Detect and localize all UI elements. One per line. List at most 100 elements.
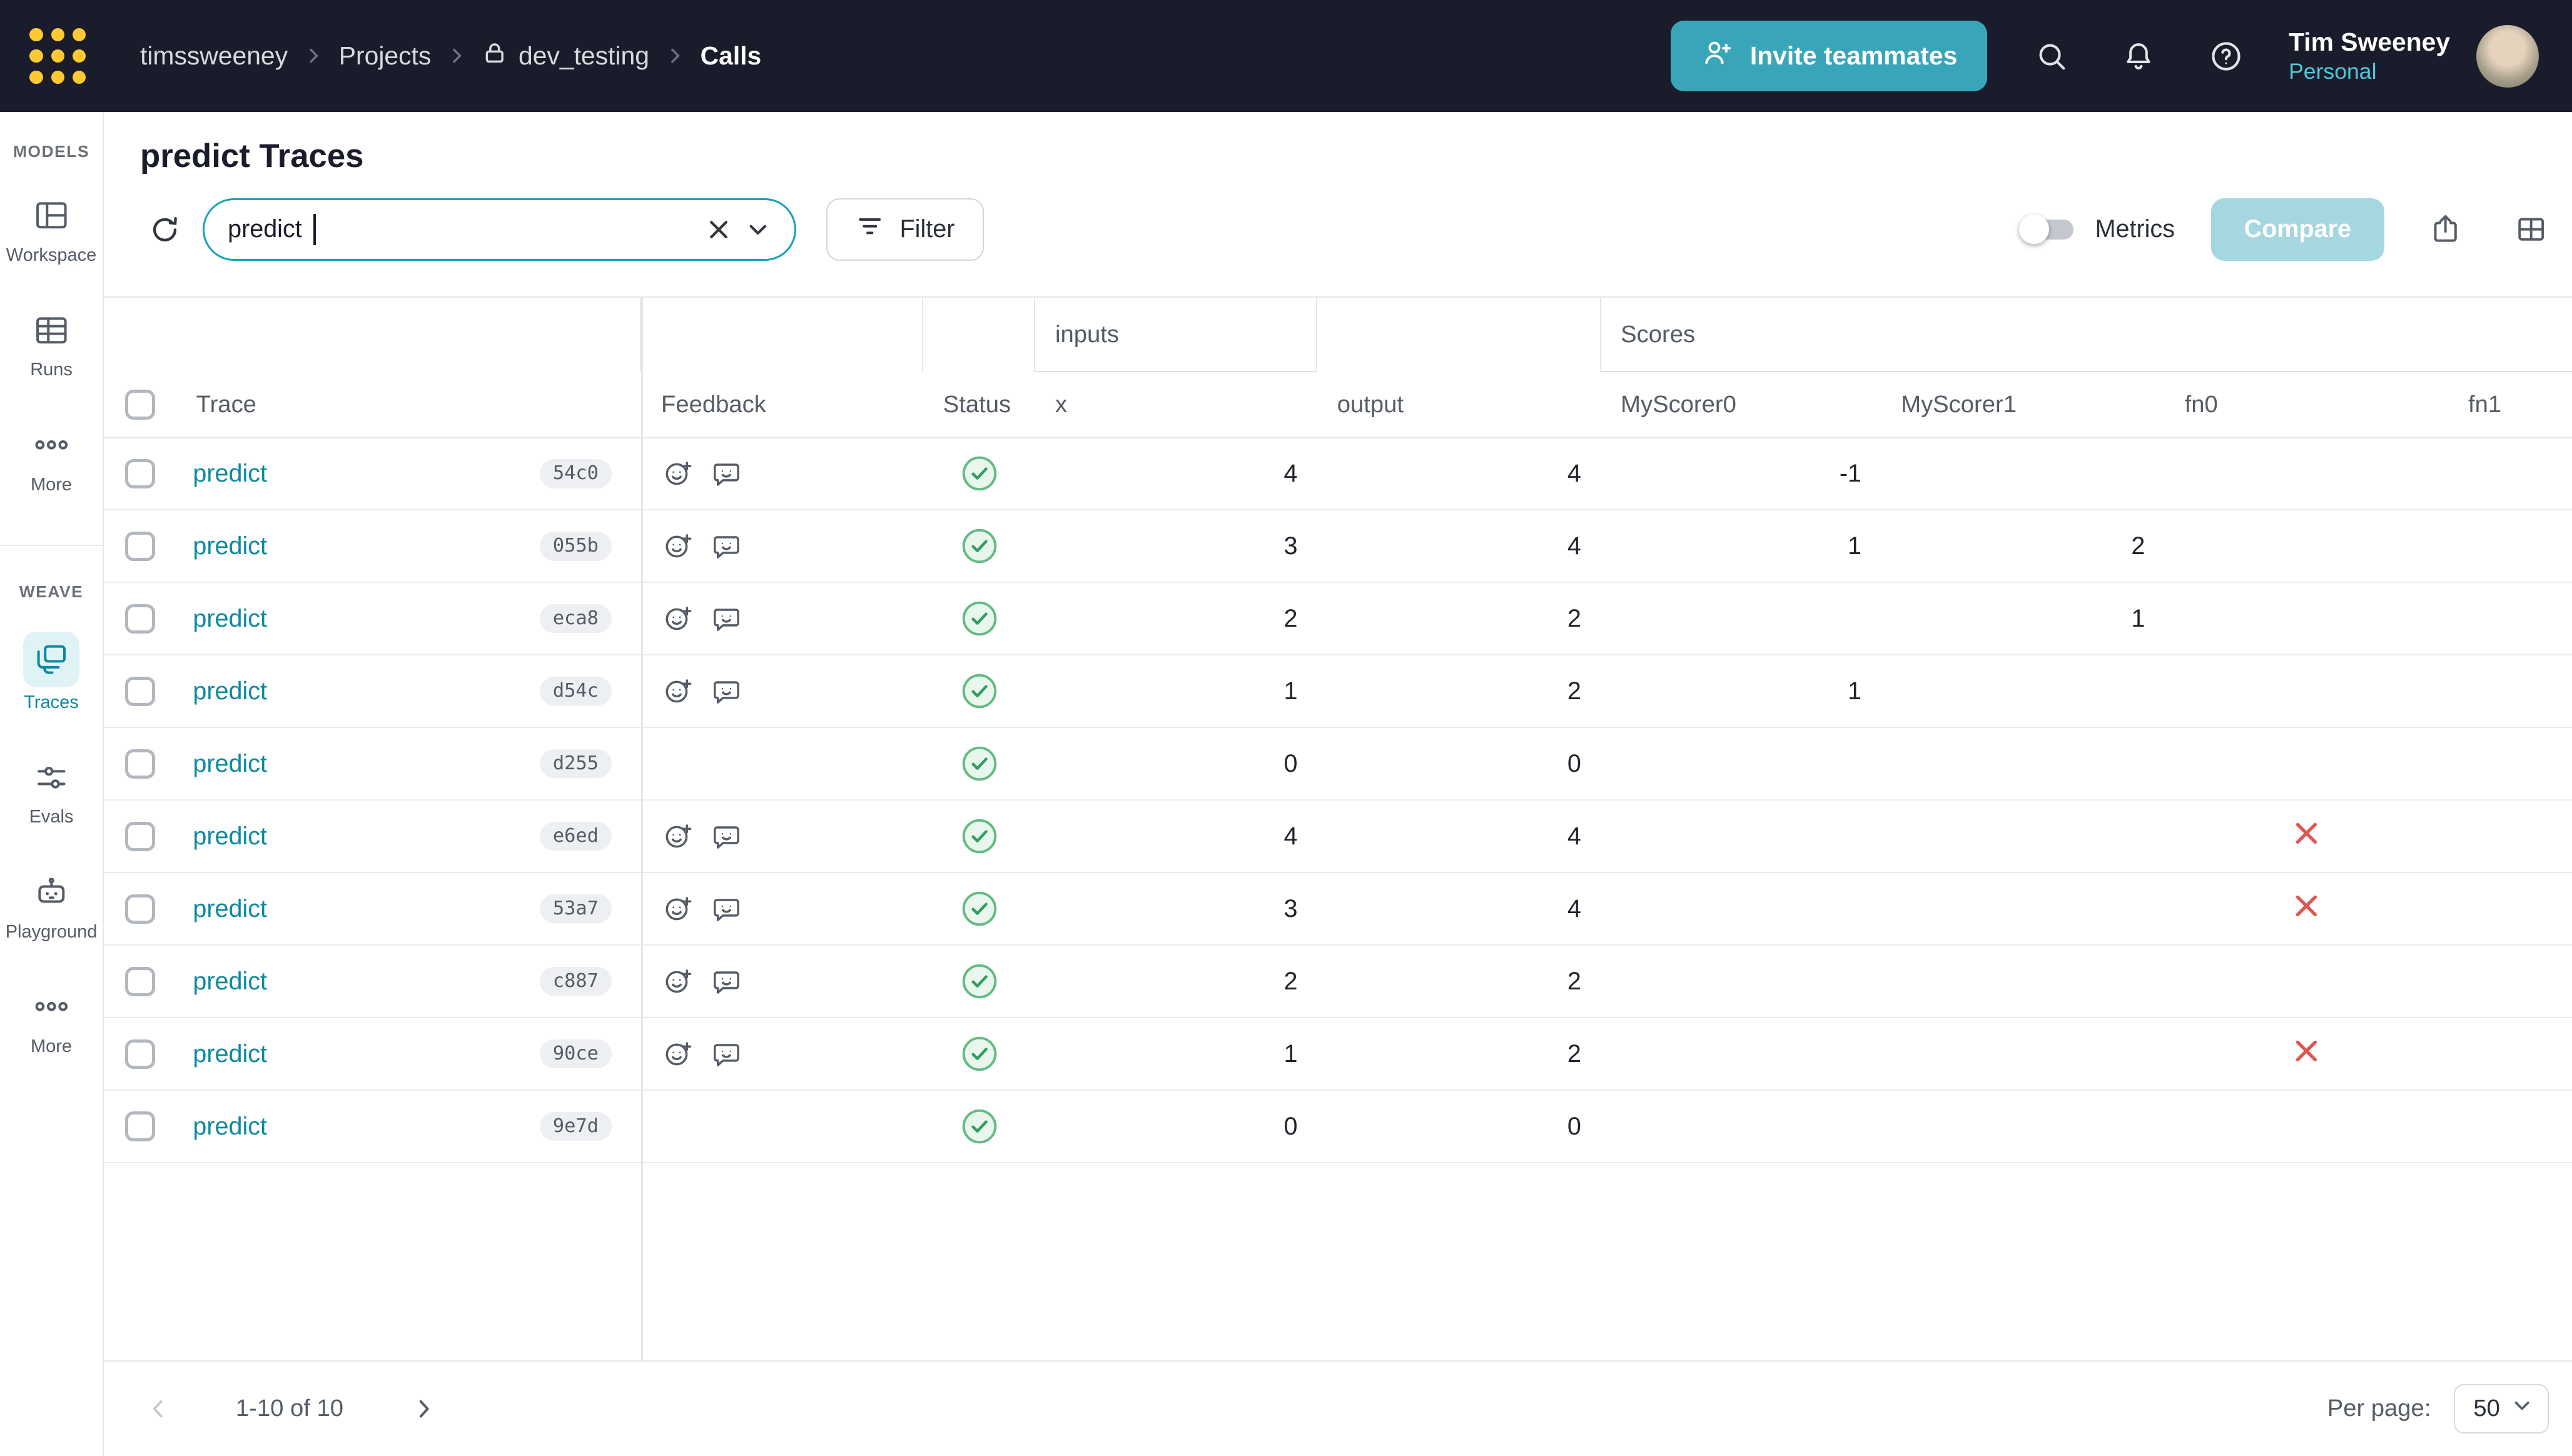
notifications-bell-icon[interactable] bbox=[2115, 33, 2162, 79]
account-type: Personal bbox=[2289, 59, 2377, 84]
comment-icon[interactable] bbox=[712, 822, 741, 851]
col-header-status[interactable]: Status bbox=[923, 372, 1035, 437]
add-reaction-icon[interactable] bbox=[664, 822, 692, 851]
status-success-icon[interactable] bbox=[961, 673, 998, 709]
trace-link[interactable]: predict bbox=[193, 750, 267, 778]
breadcrumb-user[interactable]: timssweeney bbox=[140, 41, 288, 71]
comment-icon[interactable] bbox=[712, 460, 741, 488]
select-all-checkbox[interactable] bbox=[125, 390, 155, 420]
invite-teammates-button[interactable]: Invite teammates bbox=[1671, 20, 1987, 92]
status-success-icon[interactable] bbox=[961, 528, 998, 564]
trace-link[interactable]: predict bbox=[193, 605, 267, 633]
table-row[interactable]: predict d255 0 0 bbox=[104, 728, 2572, 801]
sidebar-item-models-more[interactable]: More bbox=[23, 420, 79, 495]
status-success-icon[interactable] bbox=[961, 1108, 998, 1145]
sidebar-item-playground[interactable]: Playground bbox=[6, 867, 97, 943]
help-icon[interactable] bbox=[2203, 33, 2249, 79]
add-reaction-icon[interactable] bbox=[664, 677, 692, 705]
refresh-button[interactable] bbox=[140, 205, 190, 254]
filter-label: Filter bbox=[899, 215, 955, 243]
comment-icon[interactable] bbox=[712, 532, 741, 560]
trace-link[interactable]: predict bbox=[193, 968, 267, 996]
row-checkbox[interactable] bbox=[125, 1039, 155, 1069]
row-checkbox[interactable] bbox=[125, 604, 155, 634]
status-success-icon[interactable] bbox=[961, 818, 998, 854]
comment-icon[interactable] bbox=[712, 677, 741, 705]
trace-link[interactable]: predict bbox=[193, 460, 267, 488]
fn0-cell bbox=[2165, 510, 2448, 582]
manage-columns-icon[interactable] bbox=[2506, 205, 2556, 254]
trace-link[interactable]: predict bbox=[193, 822, 267, 851]
compare-button[interactable]: Compare bbox=[2210, 198, 2384, 261]
col-header-fn1[interactable]: fn1 bbox=[2448, 372, 2572, 437]
status-success-icon[interactable] bbox=[961, 455, 998, 492]
add-reaction-icon[interactable] bbox=[664, 605, 692, 633]
table-row[interactable]: predict c887 2 2 bbox=[104, 946, 2572, 1019]
add-reaction-icon[interactable] bbox=[664, 968, 692, 996]
table-row[interactable]: predict 53a7 3 4 bbox=[104, 873, 2572, 946]
trace-link[interactable]: predict bbox=[193, 532, 267, 560]
row-checkbox[interactable] bbox=[125, 531, 155, 562]
breadcrumb-project[interactable]: dev_testing bbox=[482, 41, 649, 72]
table-row[interactable]: predict eca8 2 2 1 bbox=[104, 583, 2572, 656]
row-checkbox[interactable] bbox=[125, 966, 155, 996]
status-success-icon[interactable] bbox=[961, 600, 998, 637]
comment-icon[interactable] bbox=[712, 1040, 741, 1068]
col-header-myscorer1[interactable]: MyScorer1 bbox=[1881, 372, 2165, 437]
table-row[interactable]: predict 9e7d 0 0 bbox=[104, 1091, 2572, 1164]
sidebar-item-workspace[interactable]: Workspace bbox=[6, 191, 96, 266]
comment-icon[interactable] bbox=[712, 895, 741, 923]
wandb-logo-icon[interactable] bbox=[29, 28, 86, 84]
clear-search-icon[interactable] bbox=[699, 210, 738, 249]
row-checkbox[interactable] bbox=[125, 821, 155, 852]
export-icon[interactable] bbox=[2421, 205, 2470, 254]
col-header-output[interactable]: output bbox=[1317, 372, 1601, 437]
row-checkbox[interactable] bbox=[125, 894, 155, 924]
sidebar-item-evals[interactable]: Evals bbox=[23, 752, 79, 827]
search-box[interactable] bbox=[203, 198, 797, 261]
add-reaction-icon[interactable] bbox=[664, 532, 692, 560]
sidebar-item-traces[interactable]: Traces bbox=[23, 631, 79, 714]
add-reaction-icon[interactable] bbox=[664, 895, 692, 923]
row-checkbox[interactable] bbox=[125, 1111, 155, 1141]
search-input[interactable] bbox=[228, 215, 314, 244]
next-page-icon[interactable] bbox=[403, 1387, 446, 1430]
trace-link[interactable]: predict bbox=[193, 895, 267, 923]
col-header-fn0[interactable]: fn0 bbox=[2165, 372, 2448, 437]
prev-page-icon[interactable] bbox=[137, 1387, 180, 1430]
status-success-icon[interactable] bbox=[961, 891, 998, 927]
filter-button[interactable]: Filter bbox=[826, 198, 985, 261]
breadcrumb-projects[interactable]: Projects bbox=[339, 41, 432, 71]
trace-link[interactable]: predict bbox=[193, 677, 267, 705]
status-success-icon[interactable] bbox=[961, 963, 998, 999]
table-row[interactable]: predict 055b 3 4 1 2 bbox=[104, 510, 2572, 584]
row-checkbox[interactable] bbox=[125, 676, 155, 707]
table-row[interactable]: predict e6ed 4 4 bbox=[104, 801, 2572, 874]
sidebar-item-weave-more[interactable]: More bbox=[23, 982, 79, 1057]
per-page-select[interactable]: 50 bbox=[2454, 1383, 2549, 1433]
row-checkbox[interactable] bbox=[125, 458, 155, 489]
avatar[interactable] bbox=[2476, 24, 2539, 88]
row-checkbox[interactable] bbox=[125, 749, 155, 779]
table-row[interactable]: predict d54c 1 2 1 bbox=[104, 655, 2572, 729]
table-row[interactable]: predict 54c0 4 4 -1 bbox=[104, 438, 2572, 511]
comment-icon[interactable] bbox=[712, 968, 741, 996]
search-icon[interactable] bbox=[2028, 33, 2075, 79]
trace-link[interactable]: predict bbox=[193, 1113, 267, 1141]
status-success-icon[interactable] bbox=[961, 1036, 998, 1072]
add-reaction-icon[interactable] bbox=[664, 460, 692, 488]
table-row[interactable]: predict 90ce 1 2 bbox=[104, 1018, 2572, 1091]
sidebar-item-runs[interactable]: Runs bbox=[23, 305, 79, 380]
search-options-chevron-icon[interactable] bbox=[739, 210, 778, 249]
col-header-x[interactable]: x bbox=[1035, 372, 1317, 437]
col-header-myscorer0[interactable]: MyScorer0 bbox=[1601, 372, 1881, 437]
trace-link[interactable]: predict bbox=[193, 1040, 267, 1068]
user-menu[interactable]: Tim Sweeney Personal bbox=[2289, 26, 2450, 86]
col-header-trace[interactable]: Trace bbox=[176, 372, 641, 437]
comment-icon[interactable] bbox=[712, 605, 741, 633]
add-reaction-icon[interactable] bbox=[664, 1040, 692, 1068]
col-header-feedback[interactable]: Feedback bbox=[641, 372, 923, 437]
metrics-toggle[interactable] bbox=[2019, 213, 2078, 246]
x-cell: 1 bbox=[1283, 1039, 1298, 1068]
status-success-icon[interactable] bbox=[961, 746, 998, 782]
